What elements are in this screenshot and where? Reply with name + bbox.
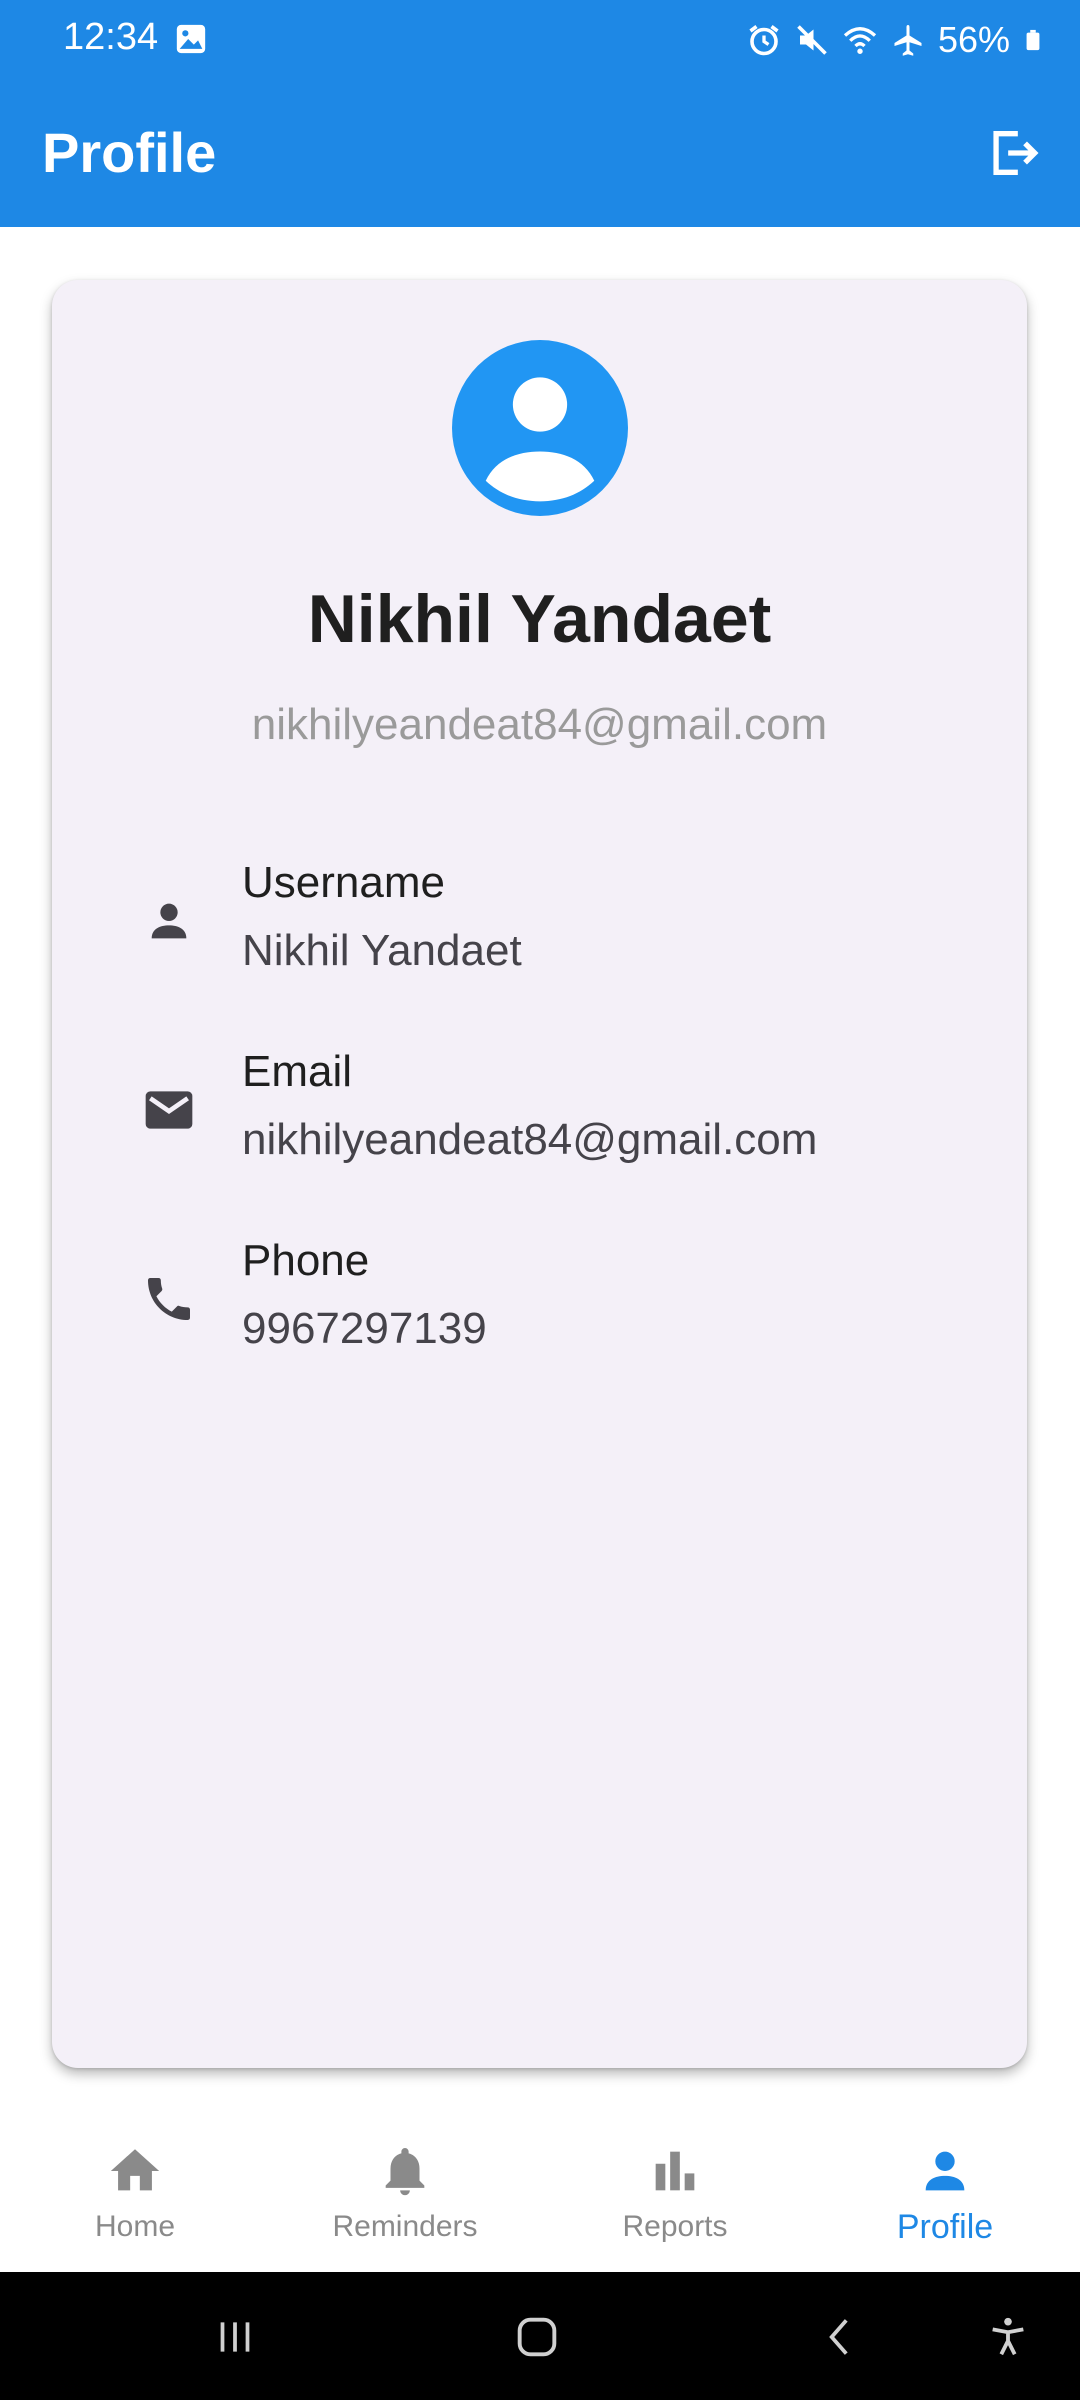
mail-icon [138, 1079, 200, 1141]
profile-name: Nikhil Yandaet [307, 581, 772, 657]
profile-card: Nikhil Yandaet nikhilyeandeat84@gmail.co… [52, 280, 1027, 2068]
detail-label: Email [242, 1047, 353, 1096]
system-navigation-bar [0, 2272, 1080, 2400]
wifi-icon [843, 27, 877, 54]
phone-icon [138, 1268, 200, 1330]
accessibility-icon [992, 2317, 1024, 2356]
detail-row-phone: Phone 9967297139 [52, 1236, 1027, 1366]
detail-row-email: Email nikhilyeandeat84@gmail.com [52, 1047, 1027, 1177]
bell-icon [385, 2148, 425, 2196]
bottom-navigation: Home Reminders Reports Profile [0, 2118, 1080, 2272]
nav-item-reminders[interactable]: Reminders [270, 2118, 540, 2272]
detail-row-username: Username Nikhil Yandaet [52, 858, 1027, 988]
mute-icon [797, 25, 827, 55]
profile-email: nikhilyeandeat84@gmail.com [251, 700, 828, 749]
accessibility-button[interactable] [973, 2302, 1043, 2372]
home-circle-icon [517, 2317, 557, 2357]
airplane-mode-icon [894, 25, 922, 56]
app-header: 12:34 56% Profile [0, 0, 1080, 227]
status-bar: 12:34 56% [0, 0, 1080, 80]
logout-button[interactable] [982, 122, 1044, 184]
account-circle-icon [452, 340, 628, 516]
detail-label: Phone [242, 1236, 370, 1285]
logout-icon [993, 131, 1039, 175]
detail-value: nikhilyeandeat84@gmail.com [242, 1115, 818, 1164]
nav-label: Profile [896, 2208, 994, 2246]
nav-label: Home [94, 2210, 176, 2243]
back-icon [829, 2319, 848, 2355]
person-icon [138, 890, 200, 952]
back-button[interactable] [805, 2302, 875, 2372]
recent-apps-icon [220, 2322, 250, 2352]
nav-item-profile[interactable]: Profile [810, 2118, 1080, 2272]
nav-item-home[interactable]: Home [0, 2118, 270, 2272]
status-time: 12:34 [63, 16, 159, 58]
status-icons: 56% [746, 16, 1044, 64]
detail-label: Username [242, 858, 445, 907]
nav-item-reports[interactable]: Reports [540, 2118, 810, 2272]
home-nav-button[interactable] [502, 2302, 572, 2372]
page-title: Profile [42, 121, 217, 184]
recent-apps-button[interactable] [200, 2302, 270, 2372]
gallery-notification-icon [176, 24, 206, 54]
nav-label: Reports [622, 2210, 728, 2243]
home-icon [110, 2149, 160, 2191]
detail-value: 9967297139 [242, 1304, 487, 1353]
battery-percentage: 56% [937, 19, 1010, 60]
bar-chart-icon [655, 2151, 695, 2191]
nav-label: Reminders [332, 2210, 478, 2243]
alarm-icon [749, 25, 779, 56]
battery-icon [1026, 29, 1040, 51]
detail-value: Nikhil Yandaet [242, 926, 522, 975]
person-icon [925, 2151, 965, 2191]
